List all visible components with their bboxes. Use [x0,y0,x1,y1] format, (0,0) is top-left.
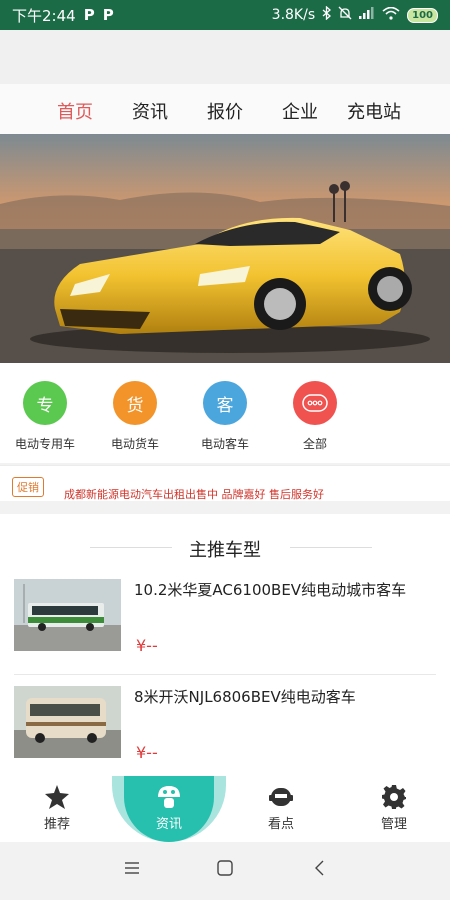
bluetooth-icon [322,5,332,24]
parking-app-icon: P [83,6,95,24]
top-nav: 首页 资讯 报价 企业 充电站 [0,84,450,134]
category-label: 电动专用车 [14,437,75,451]
nav-recommend[interactable]: 推荐 [12,776,102,842]
tab-quotes[interactable]: 报价 [207,98,243,124]
vehicle-title: 10.2米华夏AC6100BEV纯电动城市客车 [134,581,407,599]
more-icon [293,381,337,425]
tab-news[interactable]: 资讯 [132,98,168,124]
category-truck[interactable]: 货 电动货车 [90,381,180,452]
menu-key-icon[interactable] [124,860,140,880]
system-nav-bar [0,842,450,900]
header-spacer [0,30,450,84]
tab-home[interactable]: 首页 [57,98,93,124]
nav-highlights[interactable]: 看点 [236,776,326,842]
vehicle-price: ¥-- [136,636,158,655]
category-label: 电动客车 [200,437,249,451]
banner-image[interactable] [0,134,450,363]
battery-icon: 100 [407,7,438,23]
category-label: 全部 [302,437,327,451]
category-bar: 专 电动专用车 货 电动货车 客 电动客车 全部 [0,363,450,463]
truck-icon: 货 [113,381,157,425]
vehicle-list-item[interactable]: 8米开沃NJL6806BEV纯电动客车 ¥-- [0,682,450,776]
category-all[interactable]: 全部 [270,381,360,452]
nav-label: 看点 [267,817,294,832]
nav-news[interactable]: 资讯 [112,776,226,842]
signal-icon [359,7,375,23]
wifi-icon [382,6,400,24]
promo-tag: 促销 [12,477,44,497]
star-icon [12,784,102,810]
mute-icon [338,6,352,24]
section-title: 主推车型 [189,540,261,561]
list-divider [14,674,436,675]
gear-icon [349,784,439,810]
category-bus[interactable]: 客 电动客车 [180,381,270,452]
status-time: 下午2:44 [12,6,76,25]
bottom-nav: 推荐 资讯 看点 管理 [0,776,450,842]
promo-ticker[interactable]: 促销 成都新能源电动汽车出租出售中 品牌嘉好 售后服务好 [0,465,450,501]
vehicle-list-item[interactable]: 10.2米华夏AC6100BEV纯电动城市客车 ¥-- [0,575,450,675]
bus-icon: 客 [203,381,247,425]
vehicle-title: 8米开沃NJL6806BEV纯电动客车 [134,688,356,706]
category-special-vehicle[interactable]: 专 电动专用车 [0,381,90,452]
featured-section: 主推车型 10.2米华夏AC6100BEV纯电动城市客车 ¥-- 8米开沃NJL… [0,514,450,776]
nav-label: 推荐 [43,817,70,832]
heading-divider [90,547,172,548]
tab-charging-stations[interactable]: 充电站 [347,98,401,124]
nav-label: 管理 [380,817,407,832]
special-vehicle-icon: 专 [23,381,67,425]
status-bar: 下午2:44 P P 3.8K/s 100 [0,0,450,30]
category-label: 电动货车 [110,437,159,451]
vehicle-price: ¥-- [136,743,158,762]
nav-manage[interactable]: 管理 [349,776,439,842]
network-speed: 3.8K/s [271,7,316,23]
mushroom-icon [124,784,214,810]
green-bus-thumbnail [14,579,121,651]
back-key-icon[interactable] [313,860,325,880]
coach-bus-thumbnail [14,686,121,758]
robot-icon [236,784,326,810]
promo-text: 成都新能源电动汽车出租出售中 品牌嘉好 售后服务好 [64,488,324,501]
parking-app-icon: P [102,6,114,24]
nav-label: 资讯 [155,817,182,832]
heading-divider [290,547,372,548]
home-key-icon[interactable] [217,860,233,880]
tab-companies[interactable]: 企业 [282,98,318,124]
section-heading: 主推车型 [0,536,450,562]
